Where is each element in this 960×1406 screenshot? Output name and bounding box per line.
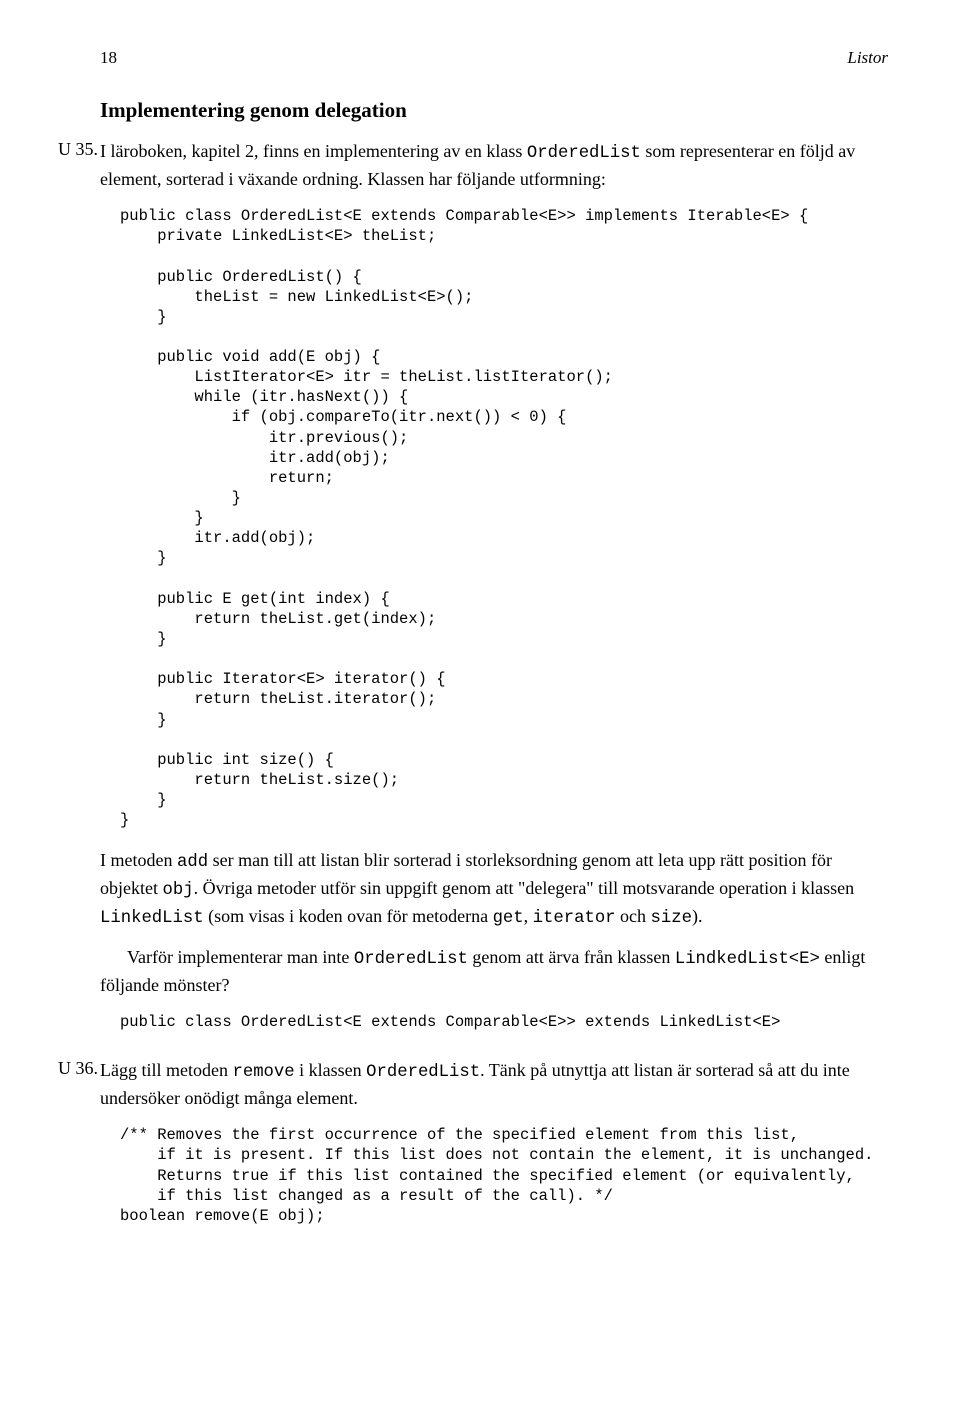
- inline-code: remove: [232, 1063, 294, 1082]
- paragraph: I metoden add ser man till att listan bl…: [100, 848, 888, 931]
- text: i klassen: [295, 1060, 367, 1080]
- text: (som visas i koden ovan för metoderna: [204, 906, 493, 926]
- inline-code: iterator: [533, 909, 616, 928]
- inline-code: LindkedList<E>: [675, 950, 820, 969]
- page-header: 18 Listor: [100, 48, 888, 68]
- text: Lägg till metoden: [100, 1060, 232, 1080]
- exercise-body: I läroboken, kapitel 2, finns en impleme…: [100, 139, 888, 1032]
- text: ).: [692, 906, 703, 926]
- inline-code: OrderedList: [527, 144, 641, 163]
- inline-code: obj: [162, 881, 193, 900]
- text: I metoden: [100, 850, 177, 870]
- inline-code: size: [651, 909, 692, 928]
- exercise-label: U 35.: [52, 139, 98, 160]
- exercise-36: U 36. Lägg till metoden remove i klassen…: [100, 1058, 888, 1226]
- chapter-title: Listor: [847, 48, 888, 68]
- exercise-body: Lägg till metoden remove i klassen Order…: [100, 1058, 888, 1226]
- inline-code: OrderedList: [354, 950, 468, 969]
- code-block: /** Removes the first occurrence of the …: [120, 1125, 888, 1226]
- page: 18 Listor Implementering genom delegatio…: [0, 0, 960, 1406]
- code-block: public class OrderedList<E extends Compa…: [120, 206, 888, 830]
- text: Varför implementerar man inte: [127, 947, 354, 967]
- exercise-label: U 36.: [52, 1058, 98, 1079]
- text: ,: [524, 906, 533, 926]
- paragraph: Varför implementerar man inte OrderedLis…: [100, 945, 888, 998]
- inline-code: OrderedList: [366, 1063, 480, 1082]
- inline-code: LinkedList: [100, 909, 204, 928]
- section-title: Implementering genom delegation: [100, 98, 888, 123]
- text: . Övriga metoder utför sin uppgift genom…: [194, 878, 855, 898]
- exercise-35: U 35. I läroboken, kapitel 2, finns en i…: [100, 139, 888, 1032]
- code-block: public class OrderedList<E extends Compa…: [120, 1012, 888, 1032]
- paragraph: Lägg till metoden remove i klassen Order…: [100, 1058, 888, 1111]
- text: och: [616, 906, 651, 926]
- inline-code: add: [177, 853, 208, 872]
- text: I läroboken, kapitel 2, finns en impleme…: [100, 141, 527, 161]
- page-number: 18: [100, 48, 117, 68]
- text: genom att ärva från klassen: [468, 947, 675, 967]
- paragraph: I läroboken, kapitel 2, finns en impleme…: [100, 139, 888, 192]
- inline-code: get: [493, 909, 524, 928]
